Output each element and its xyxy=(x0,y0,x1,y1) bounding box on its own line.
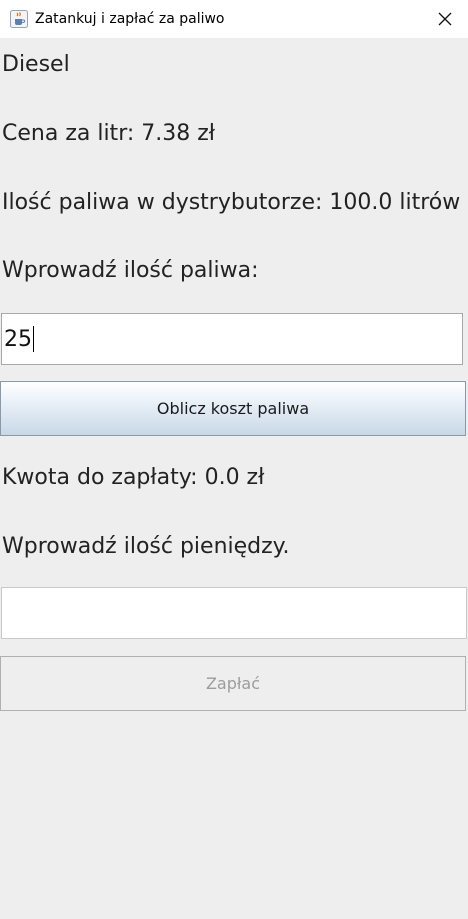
calculate-cost-button[interactable]: Oblicz koszt paliwa xyxy=(0,381,466,436)
fuel-amount-value: 25 xyxy=(4,326,32,352)
calculate-cost-label: Oblicz koszt paliwa xyxy=(156,399,310,418)
money-amount-input[interactable] xyxy=(1,587,467,639)
price-per-liter-label: Cena za litr: 7.38 zł xyxy=(2,121,216,146)
fuel-amount-input[interactable]: 25 xyxy=(1,313,463,365)
pay-label: Zapłać xyxy=(205,674,261,693)
dispenser-stock-label: Ilość paliwa w dystrybutorze: 100.0 litr… xyxy=(2,190,461,215)
amount-due-label: Kwota do zapłaty: 0.0 zł xyxy=(2,465,265,490)
close-button[interactable] xyxy=(422,0,468,38)
fuel-type-label: Diesel xyxy=(2,52,70,77)
money-amount-prompt: Wprowadź ilość pieniędzy. xyxy=(2,534,290,559)
window-title: Zatankuj i zapłać za paliwo xyxy=(35,11,225,27)
pay-button[interactable]: Zapłać xyxy=(0,656,466,711)
java-coffee-icon xyxy=(10,10,28,28)
text-caret xyxy=(33,326,34,352)
close-icon xyxy=(438,12,452,26)
title-bar: Zatankuj i zapłać za paliwo xyxy=(0,0,468,38)
fuel-amount-prompt: Wprowadź ilość paliwa: xyxy=(2,258,259,283)
